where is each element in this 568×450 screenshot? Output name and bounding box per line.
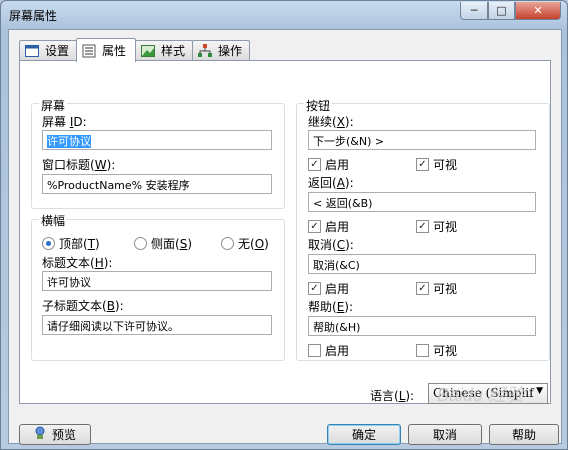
next-label: 继续(X): (308, 115, 354, 129)
checkbox-checked-icon: ✓ (308, 158, 321, 171)
properties-icon (81, 44, 97, 58)
minimize-button[interactable]: ─ (460, 2, 488, 20)
banner-group-title: 横幅 (39, 212, 68, 229)
tab-properties-label: 属性 (102, 44, 127, 58)
chevron-down-icon: ▼ (536, 386, 543, 396)
screen-id-label: 屏幕 ID: (42, 115, 87, 129)
help-label: 帮助(E): (308, 300, 354, 314)
cancel-label: 取消(C): (308, 238, 354, 252)
close-button[interactable]: ✕ (515, 2, 561, 20)
banner-top-radio[interactable]: 顶部(T) (42, 235, 100, 252)
subtitle-text-label: 子标题文本(B): (42, 299, 124, 313)
back-input[interactable]: < 返回(&B) (308, 192, 536, 212)
radio-icon (134, 237, 147, 250)
help-enable-checkbox[interactable]: 启用 (308, 342, 349, 359)
next-input[interactable]: 下一步(&N) > (308, 130, 536, 150)
maximize-button[interactable]: □ (488, 2, 515, 20)
cancel-enable-checkbox[interactable]: ✓ 启用 (308, 280, 349, 297)
tab-actions-label: 操作 (218, 44, 243, 58)
preview-button[interactable]: 预览 (19, 424, 91, 445)
radio-icon (221, 237, 234, 250)
checkbox-checked-icon: ✓ (308, 282, 321, 295)
banner-side-radio[interactable]: 侧面(S) (134, 235, 192, 252)
help-input[interactable]: 帮助(&H) (308, 316, 536, 336)
next-enable-checkbox[interactable]: ✓ 启用 (308, 156, 349, 173)
checkbox-checked-icon: ✓ (416, 158, 429, 171)
language-label: 语言(L): (370, 389, 415, 403)
window-title: 屏幕属性 (9, 9, 58, 23)
checkbox-checked-icon: ✓ (416, 220, 429, 233)
tab-style[interactable]: 样式 (135, 40, 193, 60)
checkbox-checked-icon: ✓ (308, 220, 321, 233)
title-bar[interactable]: 屏幕属性 ─ □ ✕ (1, 1, 567, 29)
next-visible-checkbox[interactable]: ✓ 可视 (416, 156, 457, 173)
banner-none-radio[interactable]: 无(O) (221, 235, 269, 252)
screen-id-value: 许可协议 (47, 135, 91, 148)
radio-selected-icon (42, 237, 55, 250)
tab-settings-label: 设置 (45, 44, 70, 58)
cancel-button[interactable]: 取消 (408, 424, 482, 445)
buttons-group-title: 按钮 (304, 97, 333, 114)
window-title-label: 窗口标题(W): (42, 158, 116, 172)
tab-properties[interactable]: 属性 (76, 38, 136, 62)
tree-icon (197, 43, 213, 58)
screen-id-input[interactable]: 许可协议 (42, 130, 272, 150)
properties-page: 屏幕 屏幕 ID: 许可协议 窗口标题(W): %ProductName% 安装… (19, 60, 551, 404)
checkbox-checked-icon: ✓ (416, 282, 429, 295)
cancel-input[interactable]: 取消(&C) (308, 254, 536, 274)
tab-actions[interactable]: 操作 (192, 40, 250, 60)
watermark: Baidu 经验 (437, 385, 525, 405)
title-text-label: 标题文本(H): (42, 256, 113, 270)
back-enable-checkbox[interactable]: ✓ 启用 (308, 218, 349, 235)
subtitle-text-input[interactable]: 请仔细阅读以下许可协议。 (42, 315, 272, 335)
dialog-window: 屏幕属性 ─ □ ✕ 设置 属性 样式 操作 屏幕 屏幕 ID: 许可协议 窗口… (0, 0, 568, 450)
tab-style-label: 样式 (161, 44, 186, 58)
title-text-input[interactable]: 许可协议 (42, 271, 272, 291)
window-icon (24, 44, 40, 58)
image-icon (140, 44, 156, 58)
help-visible-checkbox[interactable]: 可视 (416, 342, 457, 359)
preview-icon (34, 426, 46, 443)
checkbox-unchecked-icon (416, 344, 429, 357)
back-label: 返回(A): (308, 176, 354, 190)
help-button[interactable]: 帮助 (489, 424, 559, 445)
cancel-visible-checkbox[interactable]: ✓ 可视 (416, 280, 457, 297)
back-visible-checkbox[interactable]: ✓ 可视 (416, 218, 457, 235)
tab-settings[interactable]: 设置 (19, 40, 77, 60)
screen-group-title: 屏幕 (39, 97, 68, 114)
ok-button[interactable]: 确定 (327, 424, 401, 445)
checkbox-unchecked-icon (308, 344, 321, 357)
window-title-input[interactable]: %ProductName% 安装程序 (42, 174, 272, 194)
